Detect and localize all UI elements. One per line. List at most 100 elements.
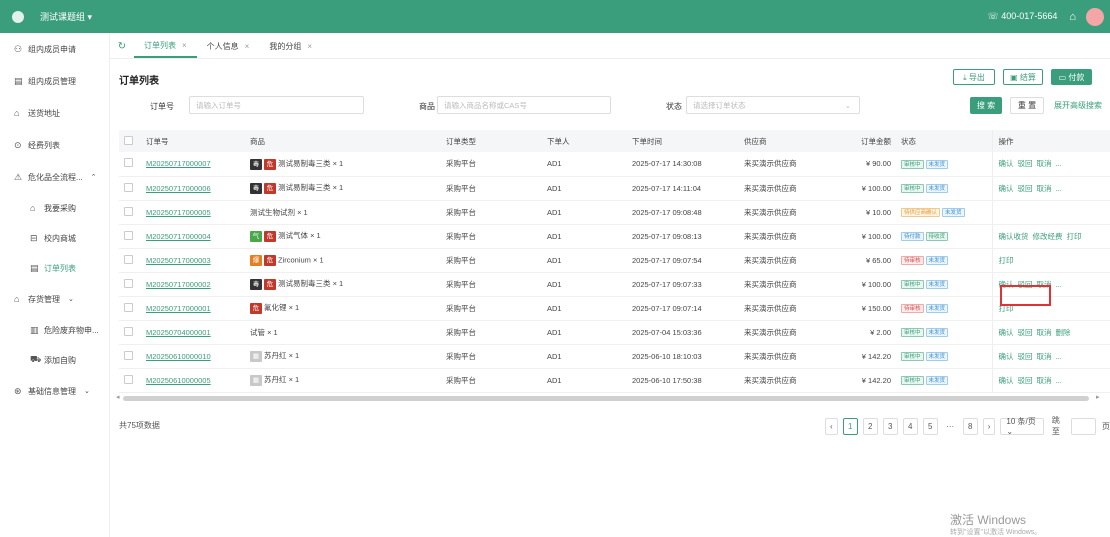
row-action-link[interactable]: ... <box>1056 159 1062 168</box>
row-checkbox[interactable] <box>124 326 133 336</box>
row-action-link[interactable]: 确认 <box>999 352 1014 361</box>
order-no-link[interactable]: M20250717000004 <box>146 232 211 241</box>
row-checkbox[interactable] <box>124 158 133 168</box>
goto-page-input[interactable] <box>1071 417 1097 435</box>
row-action-link[interactable]: 取消 <box>1037 184 1052 193</box>
row-action-link[interactable]: 取消 <box>1037 159 1052 168</box>
close-icon[interactable]: × <box>245 42 250 51</box>
row-action-link[interactable]: 确认 <box>999 184 1014 193</box>
export-button[interactable]: ⤓ 导出 <box>953 69 995 85</box>
row-select-cell[interactable] <box>119 176 146 201</box>
row-select-cell[interactable] <box>119 320 146 345</box>
row-action-link[interactable]: ... <box>1056 376 1062 385</box>
sidebar-item[interactable]: ▥ 危险废弃物申... <box>0 315 109 345</box>
status-select[interactable]: 请选择订单状态 ⌄ <box>686 96 860 114</box>
row-action-link[interactable]: 修改经费 <box>1033 232 1063 241</box>
close-icon[interactable]: × <box>307 42 312 51</box>
row-action-link[interactable]: 删除 <box>1056 328 1071 337</box>
order-no-cell[interactable]: M20250717000006 <box>146 176 250 201</box>
row-select-cell[interactable] <box>119 248 146 273</box>
order-no-link[interactable]: M20250717000007 <box>146 159 211 168</box>
row-action-link[interactable]: 驳回 <box>1018 376 1033 385</box>
order-no-link[interactable]: M20250717000003 <box>146 256 211 265</box>
order-no-cell[interactable]: M20250610000005 <box>146 368 250 393</box>
row-action-link[interactable]: ... <box>1056 280 1062 289</box>
order-no-link[interactable]: M20250704000001 <box>146 328 211 337</box>
tab[interactable]: 我的分组 × <box>259 34 322 58</box>
row-select-cell[interactable] <box>119 296 146 321</box>
order-no-link[interactable]: M20250610000010 <box>146 352 211 361</box>
sidebar-item[interactable]: ⌂ 存货管理 ⌄ <box>0 283 109 315</box>
row-select-cell[interactable] <box>119 152 146 177</box>
sidebar-item[interactable]: ▤ 订单列表 <box>0 253 109 283</box>
row-checkbox[interactable] <box>124 374 133 384</box>
avatar[interactable] <box>1086 7 1104 26</box>
sidebar-item[interactable]: ⌂ 送货地址 <box>0 97 109 129</box>
row-action-link[interactable]: 取消 <box>1037 352 1052 361</box>
row-action-link[interactable]: 确认 <box>999 159 1014 168</box>
order-no-cell[interactable]: M20250704000001 <box>146 320 250 345</box>
row-select-cell[interactable] <box>119 224 146 249</box>
sidebar-item[interactable]: ⌂ 我要采购 <box>0 193 109 223</box>
row-select-cell[interactable] <box>119 272 146 297</box>
tab[interactable]: 个人信息 × <box>197 34 260 58</box>
refresh-icon[interactable]: ↻ <box>110 34 134 58</box>
row-select-cell[interactable] <box>119 368 146 393</box>
page-number[interactable]: 8 <box>962 417 978 435</box>
page-size-select[interactable]: 10 条/页 ⌄ <box>1000 417 1044 436</box>
row-action-link[interactable]: 驳回 <box>1018 328 1033 337</box>
row-action-link[interactable]: 打印 <box>1067 232 1082 241</box>
row-action-link[interactable]: 取消 <box>1037 376 1052 385</box>
tab[interactable]: 订单列表 × <box>134 34 197 58</box>
sidebar-item[interactable]: ⚠ 危化品全流程... ⌃ <box>0 161 109 193</box>
settle-button[interactable]: ▣ 结算 <box>1003 69 1043 85</box>
select-all-cell[interactable] <box>119 130 146 152</box>
order-no-link[interactable]: M20250717000001 <box>146 304 211 313</box>
page-number[interactable]: 5 <box>922 417 938 435</box>
order-no-cell[interactable]: M20250717000001 <box>146 296 250 321</box>
row-action-link[interactable]: ... <box>1056 352 1062 361</box>
order-no-link[interactable]: M20250717000002 <box>146 280 211 289</box>
sidebar-item[interactable]: ⚇ 组内成员申请 <box>0 33 109 65</box>
row-action-link[interactable]: 确认收货 <box>999 232 1029 241</box>
product-input[interactable]: 请输入商品名称或CAS号 <box>437 96 611 114</box>
order-no-cell[interactable]: M20250717000004 <box>146 224 250 249</box>
reset-button[interactable]: 重 置 <box>1010 97 1044 114</box>
scroll-left-icon[interactable]: ◂ <box>116 393 120 401</box>
sidebar-item[interactable]: ⛟ 添加自购 <box>0 345 109 375</box>
row-action-link[interactable]: 取消 <box>1037 328 1052 337</box>
row-checkbox[interactable] <box>124 350 133 360</box>
order-no-link[interactable]: M20250610000005 <box>146 376 211 385</box>
sidebar-item[interactable]: ⊙ 经费列表 <box>0 129 109 161</box>
order-no-cell[interactable]: M20250717000002 <box>146 272 250 297</box>
row-action-link[interactable]: ... <box>1056 184 1062 193</box>
row-action-link[interactable]: 确认 <box>999 376 1014 385</box>
row-action-link[interactable]: 打印 <box>999 256 1014 265</box>
row-checkbox[interactable] <box>124 278 133 288</box>
row-action-link[interactable]: 确认 <box>999 328 1014 337</box>
page-number[interactable]: 4 <box>902 417 918 435</box>
sidebar-item[interactable]: ⊟ 校内商城 <box>0 223 109 253</box>
sidebar-item[interactable]: ▤ 组内成员管理 <box>0 65 109 97</box>
group-selector[interactable]: 测试课题组 ▾ <box>40 10 92 23</box>
order-no-cell[interactable]: M20250717000007 <box>146 152 250 177</box>
row-action-link[interactable]: 驳回 <box>1018 352 1033 361</box>
home-icon[interactable]: ⌂ <box>1069 11 1076 23</box>
page-number[interactable]: 3 <box>882 417 898 435</box>
order-no-input[interactable]: 请输入订单号 <box>189 96 364 114</box>
scroll-right-icon[interactable]: ▸ <box>1096 393 1100 401</box>
row-action-link[interactable]: 驳回 <box>1018 159 1033 168</box>
order-no-cell[interactable]: M20250610000010 <box>146 344 250 369</box>
row-checkbox[interactable] <box>124 206 133 216</box>
row-checkbox[interactable] <box>124 254 133 264</box>
pay-button[interactable]: ▭ 付款 <box>1051 69 1092 85</box>
order-no-link[interactable]: M20250717000005 <box>146 208 211 217</box>
row-checkbox[interactable] <box>124 230 133 240</box>
row-select-cell[interactable] <box>119 200 146 225</box>
row-checkbox[interactable] <box>124 182 133 192</box>
order-no-link[interactable]: M20250717000006 <box>146 184 211 193</box>
row-checkbox[interactable] <box>124 302 133 312</box>
page-number[interactable]: 2 <box>862 417 878 435</box>
close-icon[interactable]: × <box>182 41 187 50</box>
order-no-cell[interactable]: M20250717000003 <box>146 248 250 273</box>
